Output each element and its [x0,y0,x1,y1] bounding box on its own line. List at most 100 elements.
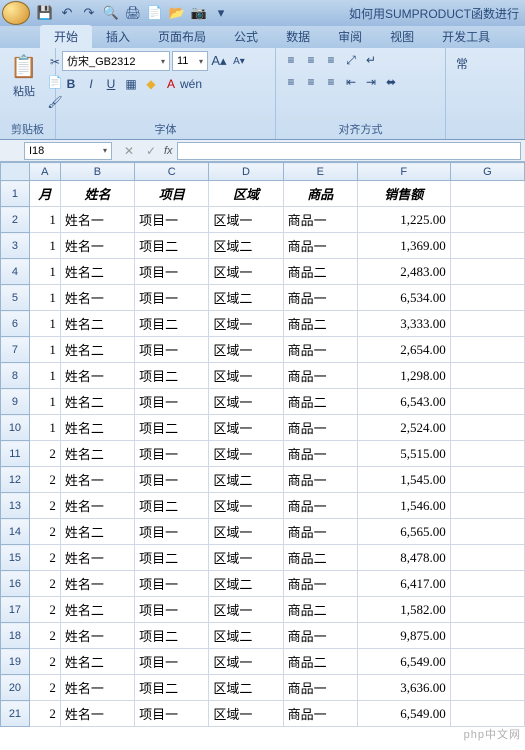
cell[interactable]: 姓名一 [60,493,134,519]
fill-color-icon[interactable]: ◆ [142,75,160,93]
cell[interactable] [450,571,524,597]
cell[interactable]: 姓名一 [60,571,134,597]
cell[interactable]: 2 [29,467,60,493]
cell[interactable]: 姓名一 [60,623,134,649]
cell[interactable]: 月 [29,181,60,207]
cell[interactable]: 6,534.00 [357,285,450,311]
cell[interactable]: 1,298.00 [357,363,450,389]
cell[interactable]: 姓名 [60,181,134,207]
worksheet-grid[interactable]: A B C D E F G 1月姓名项目区域商品销售额21姓名一项目一区域一商品… [0,162,525,750]
office-button[interactable] [2,1,30,25]
bold-icon[interactable]: B [62,75,80,93]
cell[interactable]: 3,333.00 [357,311,450,337]
increase-indent-icon[interactable]: ⇥ [362,73,380,91]
cell[interactable]: 商品 [283,181,357,207]
cell[interactable]: 商品一 [283,233,357,259]
cell[interactable] [450,181,524,207]
cell[interactable]: 项目二 [135,415,209,441]
cell[interactable]: 姓名一 [60,363,134,389]
cell[interactable]: 区域一 [209,493,283,519]
cell[interactable]: 1 [29,337,60,363]
cell[interactable]: 项目一 [135,701,209,727]
cell[interactable]: 1 [29,363,60,389]
cell[interactable]: 项目二 [135,623,209,649]
align-middle-icon[interactable]: ≡ [302,51,320,69]
cell[interactable]: 商品二 [283,545,357,571]
row-header[interactable]: 17 [1,597,30,623]
cell[interactable]: 1 [29,233,60,259]
cell[interactable]: 2,483.00 [357,259,450,285]
tab-data[interactable]: 数据 [272,25,324,48]
col-header-A[interactable]: A [29,163,60,181]
row-header[interactable]: 14 [1,519,30,545]
grow-font-icon[interactable]: A▴ [210,52,228,70]
new-icon[interactable]: 📄 [146,4,164,22]
cell[interactable]: 2,654.00 [357,337,450,363]
cell[interactable]: 商品一 [283,415,357,441]
underline-icon[interactable]: U [102,75,120,93]
cell[interactable]: 3,636.00 [357,675,450,701]
cell[interactable]: 项目一 [135,571,209,597]
cell[interactable]: 项目二 [135,363,209,389]
tab-developer[interactable]: 开发工具 [428,25,504,48]
cell[interactable] [450,649,524,675]
print-preview-icon[interactable]: 🔍 [102,4,120,22]
cell[interactable]: 区域 [209,181,283,207]
cell[interactable]: 2 [29,623,60,649]
cell[interactable]: 2 [29,675,60,701]
cell[interactable]: 商品一 [283,571,357,597]
tab-page-layout[interactable]: 页面布局 [144,25,220,48]
cell[interactable]: 区域一 [209,701,283,727]
name-box[interactable]: I18 ▾ [24,142,112,160]
cell[interactable]: 商品二 [283,311,357,337]
cell[interactable]: 区域一 [209,311,283,337]
cell[interactable] [450,675,524,701]
cell[interactable]: 8,478.00 [357,545,450,571]
row-header[interactable]: 5 [1,285,30,311]
col-header-G[interactable]: G [450,163,524,181]
row-header[interactable]: 12 [1,467,30,493]
cell[interactable]: 1 [29,415,60,441]
cell[interactable]: 商品一 [283,623,357,649]
select-all-corner[interactable] [1,163,30,181]
row-header[interactable]: 2 [1,207,30,233]
cell[interactable]: 姓名二 [60,649,134,675]
cell[interactable] [450,441,524,467]
cell[interactable]: 区域一 [209,389,283,415]
cell[interactable]: 2 [29,701,60,727]
cell[interactable]: 2 [29,545,60,571]
cell[interactable] [450,259,524,285]
cell[interactable]: 项目二 [135,493,209,519]
cell[interactable]: 2 [29,519,60,545]
row-header[interactable]: 9 [1,389,30,415]
font-color-icon[interactable]: A [162,75,180,93]
row-header[interactable]: 11 [1,441,30,467]
cell[interactable] [450,701,524,727]
row-header[interactable]: 16 [1,571,30,597]
number-format-label[interactable]: 常 [452,51,472,76]
cell[interactable]: 姓名二 [60,337,134,363]
cell[interactable]: 姓名一 [60,207,134,233]
cell[interactable]: 9,875.00 [357,623,450,649]
decrease-indent-icon[interactable]: ⇤ [342,73,360,91]
cell[interactable]: 姓名二 [60,519,134,545]
cell[interactable]: 2 [29,649,60,675]
cell[interactable]: 1,545.00 [357,467,450,493]
cell[interactable]: 1,582.00 [357,597,450,623]
cell[interactable]: 姓名一 [60,233,134,259]
orientation-icon[interactable]: ⤢ [342,51,360,69]
cell[interactable]: 区域一 [209,415,283,441]
cell[interactable]: 区域二 [209,233,283,259]
row-header[interactable]: 18 [1,623,30,649]
cell[interactable]: 姓名一 [60,285,134,311]
row-header[interactable]: 19 [1,649,30,675]
cell[interactable] [450,389,524,415]
cell[interactable]: 商品一 [283,363,357,389]
cell[interactable]: 姓名二 [60,441,134,467]
cell[interactable]: 区域一 [209,363,283,389]
tab-home[interactable]: 开始 [40,25,92,48]
cell[interactable]: 项目一 [135,519,209,545]
wrap-text-icon[interactable]: ↵ [362,51,380,69]
cell[interactable]: 区域二 [209,623,283,649]
cell[interactable]: 姓名一 [60,701,134,727]
